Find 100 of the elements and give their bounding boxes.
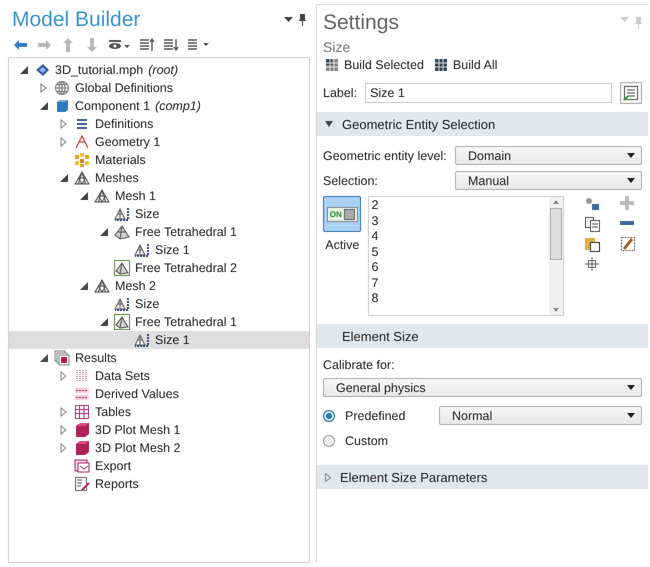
tree-item[interactable]: Tables xyxy=(9,403,309,421)
framed-tetrahedron-icon xyxy=(114,314,130,330)
collapse-triangle-icon[interactable] xyxy=(99,317,109,327)
cube-icon xyxy=(74,422,90,438)
list-item[interactable]: 7 xyxy=(372,276,546,291)
build-button[interactable]: Build All xyxy=(434,58,498,72)
collapse-triangle-icon[interactable] xyxy=(39,353,49,363)
mesh-size-icon xyxy=(114,206,130,222)
tree-item[interactable]: Definitions xyxy=(9,115,309,133)
tree-item[interactable]: Size xyxy=(9,205,309,223)
tree-item[interactable]: Size xyxy=(9,295,309,313)
scroll-up-icon[interactable] xyxy=(553,200,559,204)
tree-item[interactable]: Materials xyxy=(9,151,309,169)
preset-dropdown[interactable]: Normal xyxy=(439,406,642,425)
item-label: Derived Values xyxy=(95,387,179,401)
tree-item[interactable]: Free Tetrahedral 1 xyxy=(9,223,309,241)
move-up-icon[interactable] xyxy=(139,37,155,53)
tree-item[interactable]: 3D Plot Mesh 2 xyxy=(9,439,309,457)
mesh-size-icon xyxy=(114,296,130,312)
export-icon xyxy=(74,458,90,474)
tree-item[interactable]: Size 1 xyxy=(9,241,309,259)
expand-triangle-icon[interactable] xyxy=(59,443,69,453)
tree-item[interactable]: Size 1 xyxy=(9,331,309,349)
item-label: 3D Plot Mesh 1 xyxy=(95,423,180,437)
dropdown-arrow-icon xyxy=(627,385,635,390)
item-label: 3D_tutorial.mph xyxy=(55,63,144,77)
calibrate-dropdown[interactable]: General physics xyxy=(323,378,642,397)
globe-icon xyxy=(54,80,70,96)
tree-item[interactable]: Free Tetrahedral 2 xyxy=(9,259,309,277)
radio-button[interactable] xyxy=(323,410,335,422)
materials-icon xyxy=(74,152,90,168)
comment-button[interactable] xyxy=(620,82,642,104)
report-icon xyxy=(74,476,90,492)
expand-triangle-icon[interactable] xyxy=(39,83,49,93)
list-item[interactable]: 5 xyxy=(372,244,546,260)
build-button[interactable]: Build Selected xyxy=(325,58,424,72)
radio-button[interactable] xyxy=(323,435,335,447)
item-label: Size xyxy=(135,297,160,311)
list-item[interactable]: 3 xyxy=(372,214,546,229)
label-field[interactable]: Size 1 xyxy=(365,83,612,103)
collapse-triangle-icon[interactable] xyxy=(19,65,29,75)
list-item[interactable]: 8 xyxy=(372,291,546,306)
tree-item[interactable]: Export xyxy=(9,457,309,475)
list-item[interactable]: 2 xyxy=(372,198,546,214)
collapse-triangle-icon[interactable] xyxy=(99,227,109,237)
tree-item[interactable]: Mesh 2 xyxy=(9,277,309,295)
section-header[interactable]: Geometric Entity Selection xyxy=(317,112,648,136)
mesh-size-icon xyxy=(134,332,150,348)
collapse-triangle-icon[interactable] xyxy=(79,191,89,201)
dropdown-arrow-icon xyxy=(627,413,635,418)
tree-item[interactable]: Meshes xyxy=(9,169,309,187)
item-label: Size xyxy=(135,207,160,221)
expand-triangle-icon[interactable] xyxy=(59,371,69,381)
clear-selection-icon xyxy=(620,236,636,252)
tree-item[interactable]: Component 1 (comp1) xyxy=(9,97,309,115)
results-icon xyxy=(54,350,70,366)
tree-item[interactable]: Global Definitions xyxy=(9,79,309,97)
note-icon xyxy=(623,85,639,101)
list-dropdown-icon[interactable] xyxy=(187,37,210,53)
copy-icon xyxy=(584,216,600,232)
active-toggle[interactable]: ON xyxy=(323,196,362,232)
tree-item[interactable]: Mesh 1 xyxy=(9,187,309,205)
tree-item[interactable]: Results xyxy=(9,349,309,367)
item-label: Definitions xyxy=(95,117,154,131)
expand-triangle-icon[interactable] xyxy=(59,119,69,129)
level-dropdown[interactable]: Domain xyxy=(455,146,642,165)
section-header[interactable]: Element Size xyxy=(317,324,648,348)
scrollbar[interactable] xyxy=(549,197,563,315)
geometry-icon xyxy=(74,134,90,150)
mesh-icon xyxy=(74,170,90,186)
plus-icon xyxy=(620,196,634,210)
scroll-down-icon[interactable] xyxy=(553,308,559,312)
tree-item[interactable]: Reports xyxy=(9,475,309,493)
item-note: (root) xyxy=(148,63,178,77)
tree-item[interactable]: Derived Values xyxy=(9,385,309,403)
tree-item[interactable]: Free Tetrahedral 1 xyxy=(9,313,309,331)
list-item[interactable]: 6 xyxy=(372,260,546,276)
item-label: Free Tetrahedral 1 xyxy=(135,315,237,329)
collapse-triangle-icon[interactable] xyxy=(79,281,89,291)
mesh-icon xyxy=(94,188,110,204)
move-down-icon[interactable] xyxy=(163,37,179,53)
field-label: Selection: xyxy=(323,174,379,188)
values-icon xyxy=(74,386,90,402)
section-header[interactable]: Element Size Parameters xyxy=(317,465,648,489)
tree-item[interactable]: 3D_tutorial.mph (root) xyxy=(9,61,309,79)
item-note: (comp1) xyxy=(155,99,201,113)
expand-triangle-icon[interactable] xyxy=(59,425,69,435)
list-item[interactable]: 4 xyxy=(372,229,546,244)
selection-dropdown[interactable]: Manual xyxy=(455,171,642,190)
selection-list[interactable]: 2 3 4 5 6 7 8 xyxy=(368,196,564,316)
item-label: Global Definitions xyxy=(75,81,173,95)
tree-item[interactable]: Data Sets xyxy=(9,367,309,385)
field-label: Geometric entity level: xyxy=(323,148,447,162)
collapse-triangle-icon[interactable] xyxy=(59,173,69,183)
tree-item[interactable]: 3D Plot Mesh 1 xyxy=(9,421,309,439)
item-label: Meshes xyxy=(95,171,139,185)
expand-triangle-icon[interactable] xyxy=(59,407,69,417)
expand-triangle-icon[interactable] xyxy=(59,137,69,147)
tree-item[interactable]: Geometry 1 xyxy=(9,133,309,151)
collapse-triangle-icon[interactable] xyxy=(39,101,49,111)
